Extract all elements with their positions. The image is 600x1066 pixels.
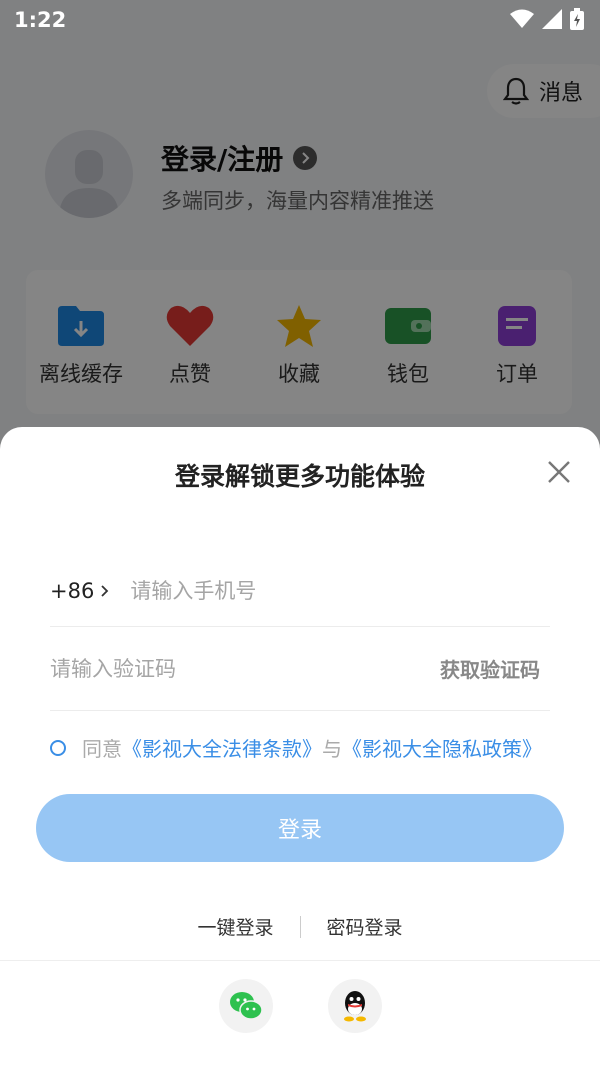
close-icon[interactable]: [546, 459, 572, 485]
sheet-title: 登录解锁更多功能体验: [174, 462, 425, 491]
agree-radio[interactable]: [50, 739, 66, 756]
verification-code-input[interactable]: [50, 656, 350, 681]
status-time: 1:22: [14, 8, 67, 32]
country-code: +86: [50, 578, 95, 603]
alt-login-options: 一键登录 密码登录: [0, 913, 600, 940]
qq-icon: [343, 991, 366, 1022]
phone-input[interactable]: [130, 578, 550, 603]
login-sheet: 登录解锁更多功能体验 +86 获取验证码 同意 《影视大全法律条款》 与 《影视…: [0, 427, 600, 1066]
agree-prefix: 同意: [82, 737, 122, 761]
chevron-right-icon: [101, 584, 109, 597]
status-icons: [510, 8, 584, 30]
signal-icon: [542, 9, 562, 29]
one-key-login-link[interactable]: 一键登录: [197, 913, 273, 940]
password-login-link[interactable]: 密码登录: [327, 913, 403, 940]
code-row: 获取验证码: [50, 627, 550, 711]
wechat-icon: [229, 992, 263, 1020]
status-bar: 1:22: [0, 0, 600, 40]
get-code-button[interactable]: 获取验证码: [440, 654, 540, 683]
phone-row: +86: [50, 555, 550, 627]
section-divider: [0, 960, 600, 961]
and-text: 与: [322, 737, 342, 761]
terms-link[interactable]: 《影视大全法律条款》: [122, 733, 322, 762]
social-login: [0, 979, 600, 1033]
login-button[interactable]: 登录: [36, 794, 564, 862]
agreement-row: 同意 《影视大全法律条款》 与 《影视大全隐私政策》: [50, 733, 542, 762]
wechat-login-button[interactable]: [218, 979, 273, 1033]
qq-login-button[interactable]: [327, 979, 382, 1033]
country-code-selector[interactable]: +86: [50, 579, 110, 603]
wifi-icon: [510, 9, 534, 28]
battery-icon: [570, 8, 584, 30]
divider: [299, 915, 301, 938]
privacy-link[interactable]: 《影视大全隐私政策》: [342, 733, 542, 762]
